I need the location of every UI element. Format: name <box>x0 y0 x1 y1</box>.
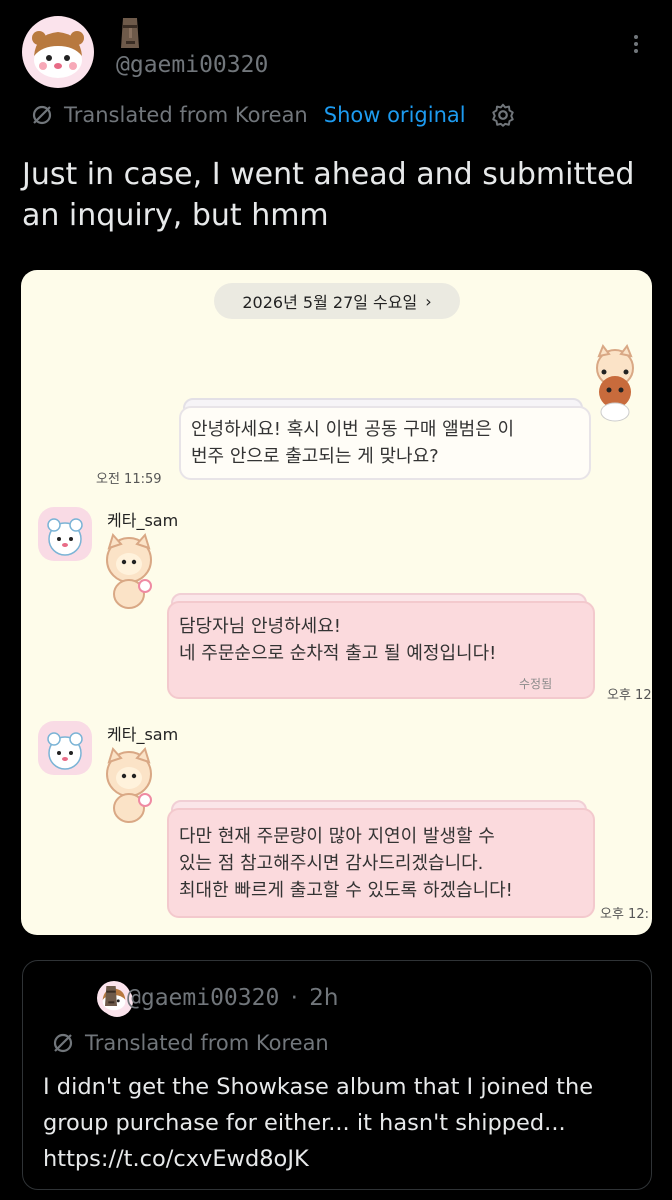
chat-date-pill: 2026년 5월 27일 수요일 › <box>214 283 460 319</box>
quote-text: I didn't get the Showkase album that I j… <box>43 1074 594 1172</box>
tweet-text: Just in case, I went ahead and submitted… <box>22 157 635 233</box>
quote-handle[interactable]: @gaemi00320 <box>127 985 279 1011</box>
chat-line: 최대한 빠르게 출고할 수 있도록 하겠습니다! <box>179 880 513 901</box>
sender-name: 케타_sam <box>107 725 179 744</box>
chat-line: 번주 안으로 출고되는 게 맞나요? <box>191 446 439 467</box>
quoted-tweet[interactable]: @gaemi00320 · 2h Translated from Korean … <box>22 960 652 1190</box>
translated-from-label: Translated from Korean <box>64 103 308 127</box>
moai-emoji-icon <box>105 986 117 1006</box>
translated-from-label: Translated from Korean <box>85 1031 329 1055</box>
chat-screenshot-image[interactable]: 2026년 5월 27일 수요일 › 안녕하세요! 혹시 이번 공동 구매 앨범… <box>21 270 652 935</box>
translate-icon <box>32 105 52 125</box>
hamster-sender-image <box>47 518 83 556</box>
edited-label: 수정됨 <box>519 677 553 691</box>
chat-timestamp: 오후 12:00 <box>607 688 652 703</box>
moai-emoji-icon <box>121 18 139 48</box>
cat-costume-sticker-icon <box>106 747 152 823</box>
chat-line: 담당자님 안녕하세요! <box>179 616 341 637</box>
chat-line: 다만 현재 주문량이 많아 지연이 발생할 수 <box>179 826 495 847</box>
chat-date: 2026년 5월 27일 수요일 <box>242 293 418 312</box>
gear-icon[interactable] <box>490 102 516 128</box>
more-options-icon[interactable] <box>626 32 646 62</box>
translation-row: Translated from Korean Show original <box>30 100 516 130</box>
quote-timestamp[interactable]: 2h <box>309 985 338 1011</box>
chat-line: 안녕하세요! 혹시 이번 공동 구매 앨범은 이 <box>191 419 515 440</box>
hamster-avatar-image <box>32 31 84 78</box>
chevron-right-icon: › <box>425 291 432 311</box>
sender-name: 케타_sam <box>107 511 179 530</box>
chat-bubble-reply: 다만 현재 주문량이 많아 지연이 발생할 수 있는 점 참고해주시면 감사드리… <box>167 808 595 918</box>
sender-avatar <box>38 721 92 775</box>
quote-translation-row: Translated from Korean <box>51 1031 329 1055</box>
author-avatar[interactable] <box>22 16 94 88</box>
translate-icon <box>53 1033 73 1053</box>
chat-timestamp: 오후 12: <box>600 907 649 922</box>
hamster-sender-image <box>47 732 83 770</box>
chat-timestamp: 오전 11:59 <box>96 472 162 487</box>
chat-line: 있는 점 참고해주시면 감사드리겠습니다. <box>179 853 484 874</box>
sender-avatar <box>38 507 92 561</box>
show-original-link[interactable]: Show original <box>324 103 466 127</box>
chat-line: 네 주문순으로 순차적 출고 될 예정입니다! <box>179 643 497 664</box>
chat-bubble-mine: 안녕하세요! 혹시 이번 공동 구매 앨범은 이 번주 안으로 출고되는 게 맞… <box>179 406 591 480</box>
separator-dot: · <box>290 985 298 1011</box>
cat-costume-sticker-icon <box>106 533 152 609</box>
quote-meta: @gaemi00320 · 2h <box>127 985 338 1011</box>
author-handle[interactable]: @gaemi00320 <box>116 52 268 78</box>
cat-bear-sticker-icon <box>596 343 634 422</box>
